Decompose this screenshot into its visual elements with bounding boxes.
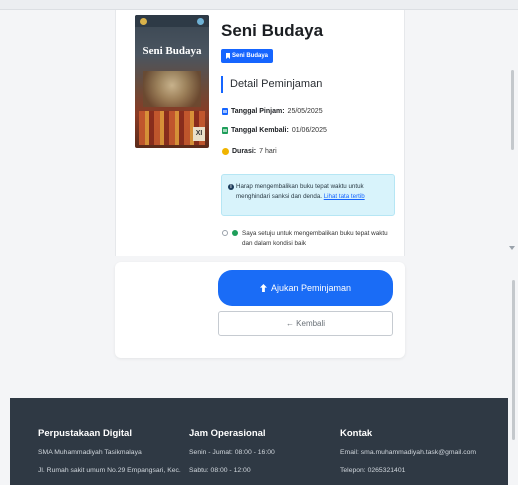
duration-label: Durasi: <box>232 148 257 155</box>
footer-phone[interactable]: Telepon: 0265321401 <box>340 467 476 474</box>
back-button[interactable]: ← Kembali <box>218 311 393 336</box>
info-icon: i <box>228 184 234 190</box>
borrow-date-value: 25/05/2025 <box>287 108 323 115</box>
submit-loan-button[interactable]: Ajukan Peminjaman <box>218 270 393 306</box>
cover-title: Seni Budaya <box>142 45 202 57</box>
return-date-label: Tanggal Kembali: <box>231 127 289 134</box>
return-date-row: Tanggal Kembali: 01/06/2025 <box>222 127 327 134</box>
footer-email[interactable]: Email: sma.muhammadiyah.task@gmail.com <box>340 449 476 456</box>
calendar-icon <box>222 108 228 115</box>
book-cover: Seni Budaya XI <box>135 15 209 148</box>
footer-contact-title: Kontak <box>340 428 373 439</box>
cover-grade: XI <box>193 127 205 141</box>
calendar-check-icon <box>222 127 228 134</box>
borrow-date-row: Tanggal Pinjam: 25/05/2025 <box>222 108 323 115</box>
cover-logo-right-icon <box>197 18 204 25</box>
agreement-text: Saya setuju untuk mengembalikan buku tep… <box>242 230 388 247</box>
back-label: ← Kembali <box>285 319 326 328</box>
agreement-radio[interactable] <box>222 230 228 236</box>
footer-library-title: Perpustakaan Digital <box>38 428 132 439</box>
borrow-date-label: Tanggal Pinjam: <box>231 108 285 115</box>
section-title: Detail Peminjaman <box>221 76 322 93</box>
footer-address: Jl. Rumah sakit umum No.29 Empangsari, K… <box>38 467 181 474</box>
category-badge-label: Seni Budaya <box>232 53 269 59</box>
duration-value: 7 hari <box>259 148 277 155</box>
return-date-value: 01/06/2025 <box>291 127 327 134</box>
check-circle-icon <box>232 230 238 236</box>
panel-scroll-thumb[interactable] <box>511 70 514 150</box>
clock-icon <box>222 148 229 155</box>
book-title: Seni Budaya <box>221 21 324 40</box>
bookmark-icon <box>226 53 230 59</box>
info-alert: i Harap mengembalikan buku tepat waktu u… <box>221 174 395 216</box>
footer-hours-title: Jam Operasional <box>189 428 266 439</box>
agreement-checkbox-row[interactable]: Saya setuju untuk mengembalikan buku tep… <box>222 229 397 249</box>
submit-loan-label: Ajukan Peminjaman <box>270 283 352 293</box>
footer-col-library: Perpustakaan Digital SMA Muhammadiyah Ta… <box>38 428 181 485</box>
cover-artwork-top <box>143 71 201 107</box>
category-badge: Seni Budaya <box>221 49 274 63</box>
scroll-down-icon[interactable] <box>509 246 515 250</box>
footer-col-hours: Jam Operasional Senin - Jumat: 08:00 - 1… <box>189 428 275 485</box>
page-scroll-thumb[interactable] <box>512 280 515 440</box>
top-bar <box>0 0 518 10</box>
duration-row: Durasi: 7 hari <box>222 148 277 155</box>
footer: Perpustakaan Digital SMA Muhammadiyah Ta… <box>10 398 508 485</box>
upload-icon <box>259 284 267 292</box>
footer-school-name: SMA Muhammadiyah Tasikmalaya <box>38 449 142 456</box>
footer-col-contact: Kontak Email: sma.muhammadiyah.task@gmai… <box>340 428 476 485</box>
cover-logo-left-icon <box>140 18 147 25</box>
rules-link[interactable]: Lihat tata tertib <box>324 193 365 200</box>
footer-weekday-hours: Senin - Jumat: 08:00 - 16:00 <box>189 449 275 456</box>
footer-saturday-hours: Sabtu: 08:00 - 12:00 <box>189 467 251 474</box>
